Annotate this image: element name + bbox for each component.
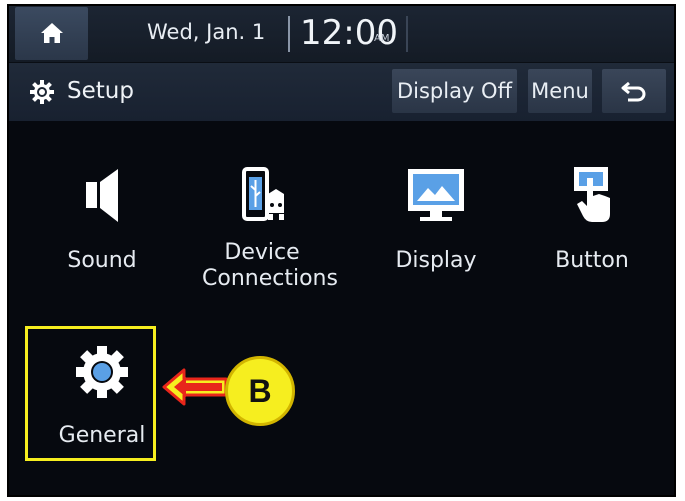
general-highlight-box bbox=[25, 326, 156, 461]
device-connections-label: Device Connections bbox=[202, 240, 338, 291]
display-off-button[interactable]: Display Off bbox=[392, 69, 517, 113]
status-divider bbox=[406, 16, 408, 52]
callout-badge: B bbox=[225, 356, 295, 426]
monitor-icon bbox=[408, 169, 464, 221]
sound-label: Sound bbox=[67, 248, 137, 273]
status-bar: Wed, Jan. 1 12:00 AM bbox=[9, 6, 674, 62]
display-tile[interactable]: Display bbox=[376, 156, 496, 286]
back-button[interactable] bbox=[602, 69, 666, 113]
time-divider bbox=[288, 16, 290, 52]
title-bar: Setup Display Off Menu bbox=[9, 62, 674, 121]
phone-car-icon bbox=[242, 167, 284, 221]
speaker-icon bbox=[86, 169, 118, 222]
clock-ampm: AM bbox=[374, 33, 390, 44]
home-icon bbox=[41, 23, 63, 43]
display-label: Display bbox=[395, 248, 477, 273]
callout-arrow-icon bbox=[162, 368, 228, 406]
device-connections-tile[interactable]: Device Connections bbox=[202, 156, 338, 296]
back-arrow-icon bbox=[621, 81, 646, 102]
setup-gear-icon bbox=[30, 80, 54, 104]
page-title: Setup bbox=[67, 78, 134, 104]
sound-tile[interactable]: Sound bbox=[42, 156, 162, 286]
button-label: Button bbox=[555, 248, 629, 273]
date-text: Wed, Jan. 1 bbox=[147, 20, 266, 44]
menu-button[interactable]: Menu bbox=[528, 69, 592, 113]
touch-button-icon bbox=[574, 167, 610, 222]
button-tile[interactable]: Button bbox=[532, 156, 652, 286]
home-button[interactable] bbox=[15, 7, 88, 60]
